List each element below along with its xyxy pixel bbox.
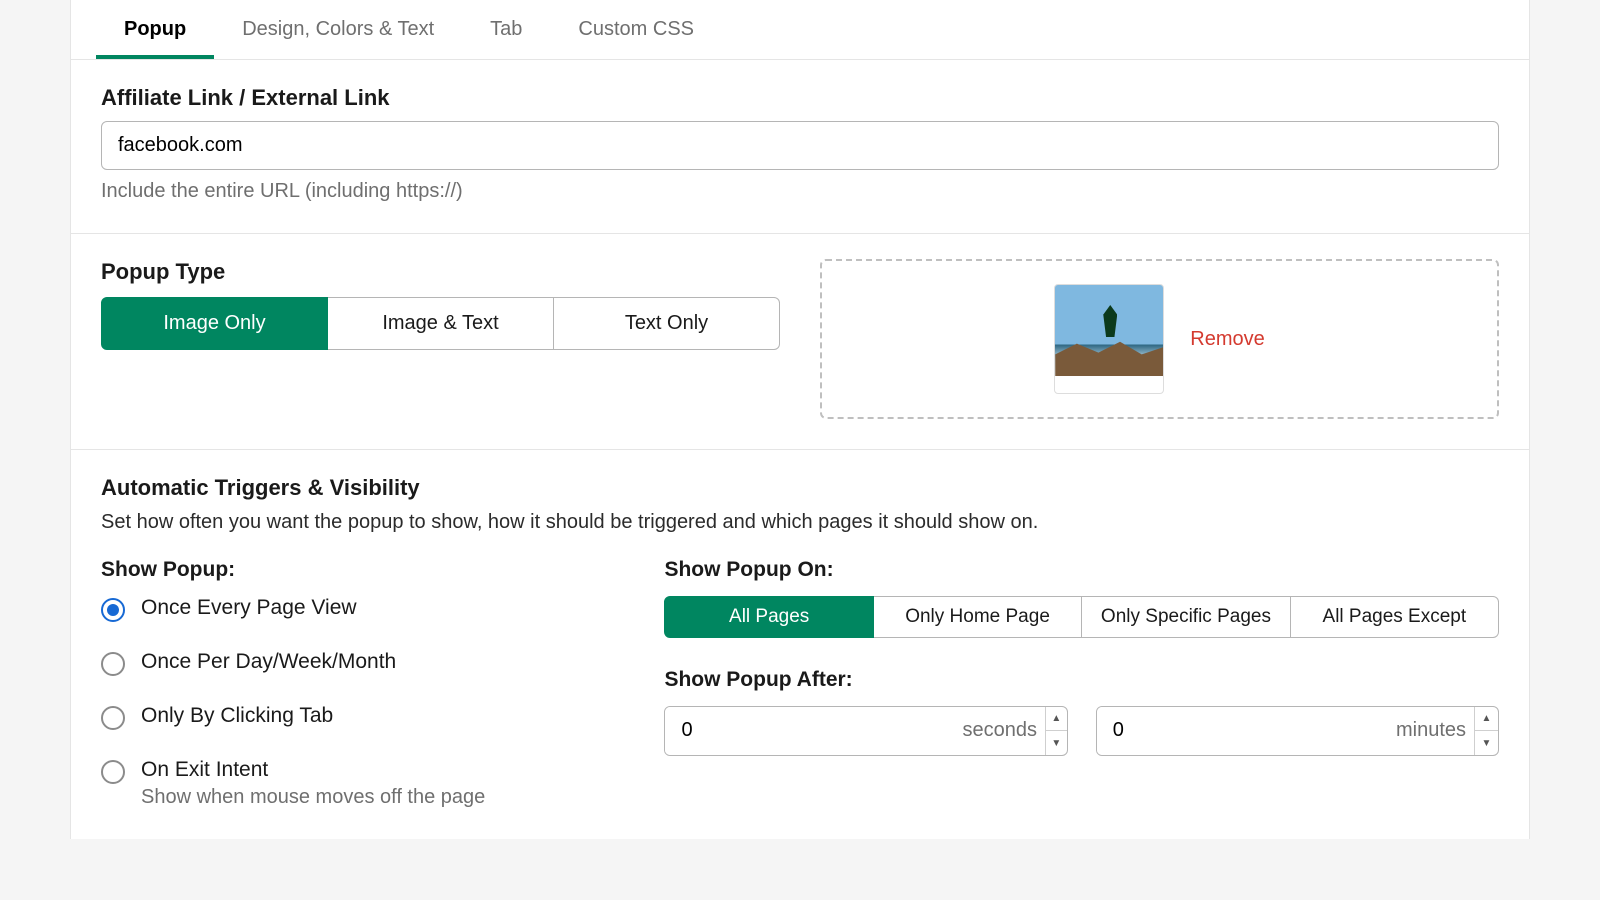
show-on-specific[interactable]: Only Specific Pages [1082,596,1290,638]
radio-label: Once Per Day/Week/Month [141,650,396,674]
show-on-home[interactable]: Only Home Page [874,596,1082,638]
radio-once-per-period[interactable]: Once Per Day/Week/Month [101,650,604,676]
minutes-spinner: ▲ ▼ [1474,707,1498,755]
tab-bar: Popup Design, Colors & Text Tab Custom C… [71,0,1529,60]
radio-only-tab[interactable]: Only By Clicking Tab [101,704,604,730]
radio-label: Only By Clicking Tab [141,704,333,728]
radio-label: On Exit Intent [141,758,485,782]
section-popup-type: Popup Type Image Only Image & Text Text … [71,234,1529,450]
popup-type-image-text[interactable]: Image & Text [328,297,554,350]
popup-type-text-only[interactable]: Text Only [554,297,780,350]
radio-icon [101,706,125,730]
image-thumbnail [1054,284,1164,394]
seconds-input[interactable] [665,707,962,755]
radio-exit-intent[interactable]: On Exit Intent Show when mouse moves off… [101,758,604,809]
app-frame: Popup Design, Colors & Text Tab Custom C… [70,0,1530,839]
tab-custom-css[interactable]: Custom CSS [550,0,722,59]
show-popup-on-column: Show Popup On: All Pages Only Home Page … [664,558,1499,809]
radio-icon [101,652,125,676]
tab-design[interactable]: Design, Colors & Text [214,0,462,59]
affiliate-link-label: Affiliate Link / External Link [101,85,1499,111]
show-popup-on-label: Show Popup On: [664,558,1499,582]
image-drop-zone[interactable]: Remove [820,259,1499,419]
radio-icon [101,760,125,784]
popup-type-column: Popup Type Image Only Image & Text Text … [101,259,780,419]
radio-subtext: Show when mouse moves off the page [141,786,485,809]
popup-image-column: Remove [820,259,1499,419]
spin-up-icon[interactable]: ▲ [1475,707,1498,732]
show-popup-label: Show Popup: [101,558,604,582]
radio-once-every-page[interactable]: Once Every Page View [101,596,604,622]
show-on-except[interactable]: All Pages Except [1291,596,1499,638]
remove-image-link[interactable]: Remove [1190,328,1264,351]
show-popup-column: Show Popup: Once Every Page View Once Pe… [101,558,604,809]
show-on-group: All Pages Only Home Page Only Specific P… [664,596,1499,638]
radio-icon [101,598,125,622]
affiliate-link-help: Include the entire URL (including https:… [101,180,1499,203]
minutes-unit: minutes [1396,719,1474,742]
minutes-input[interactable] [1097,707,1396,755]
seconds-unit: seconds [962,719,1045,742]
show-after-label: Show Popup After: [664,668,1499,692]
spin-down-icon[interactable]: ▼ [1475,731,1498,755]
section-triggers: Automatic Triggers & Visibility Set how … [71,450,1529,839]
spin-down-icon[interactable]: ▼ [1046,731,1067,755]
seconds-field[interactable]: seconds ▲ ▼ [664,706,1067,756]
popup-type-group: Image Only Image & Text Text Only [101,297,780,350]
seconds-spinner: ▲ ▼ [1045,707,1067,755]
tab-tab[interactable]: Tab [462,0,550,59]
tab-popup[interactable]: Popup [96,0,214,59]
triggers-title: Automatic Triggers & Visibility [101,475,1499,501]
triggers-subtext: Set how often you want the popup to show… [101,511,1499,534]
affiliate-link-input[interactable] [101,121,1499,170]
radio-label: Once Every Page View [141,596,357,620]
popup-type-label: Popup Type [101,259,780,285]
popup-type-image-only[interactable]: Image Only [101,297,328,350]
minutes-field[interactable]: minutes ▲ ▼ [1096,706,1499,756]
section-affiliate-link: Affiliate Link / External Link Include t… [71,60,1529,234]
spin-up-icon[interactable]: ▲ [1046,707,1067,732]
show-on-all-pages[interactable]: All Pages [664,596,873,638]
